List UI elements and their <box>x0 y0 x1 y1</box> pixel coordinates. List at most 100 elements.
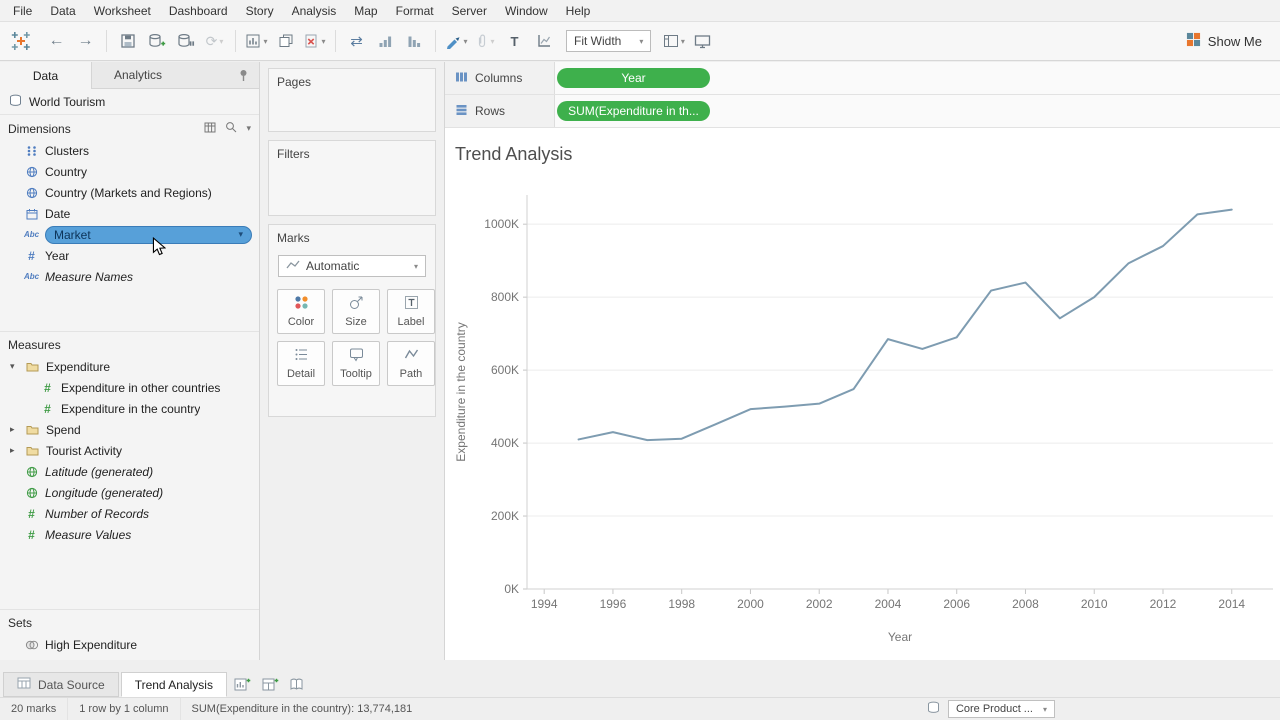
trend-line-chart: 0K200K400K600K800K1000K19941996199820002… <box>445 167 1280 649</box>
show-hide-cards-button[interactable]: ▾ <box>661 28 686 54</box>
group-members-button[interactable]: ▾ <box>473 28 498 54</box>
mark-button-size[interactable]: Size <box>332 289 380 334</box>
expand-icon[interactable]: ▸ <box>10 445 19 456</box>
mark-button-label[interactable]: Label <box>387 289 435 334</box>
svg-text:Year: Year <box>888 630 912 644</box>
menu-item-story[interactable]: Story <box>237 1 283 21</box>
field-market[interactable]: AbcMarket▾ <box>0 224 259 245</box>
calendar-icon <box>24 208 39 220</box>
columns-shelf[interactable]: Columns Year <box>445 62 1280 95</box>
new-worksheet-button[interactable]: ▾ <box>244 28 269 54</box>
field-label: Country (Markets and Regions) <box>45 186 212 200</box>
add-datasource-button[interactable] <box>144 28 169 54</box>
pin-icon[interactable] <box>228 62 259 88</box>
field-measure-values[interactable]: #Measure Values <box>0 524 259 545</box>
mark-button-color[interactable]: Color <box>277 289 325 334</box>
presentation-mode-button[interactable] <box>690 28 715 54</box>
svg-text:2012: 2012 <box>1150 597 1177 611</box>
new-story-tab-button[interactable] <box>285 672 312 697</box>
save-button[interactable] <box>115 28 140 54</box>
view-data-icon[interactable] <box>204 122 216 136</box>
show-me-icon <box>1186 32 1201 50</box>
menu-item-analysis[interactable]: Analysis <box>283 1 346 21</box>
menu-item-file[interactable]: File <box>4 1 41 21</box>
field-label: Measure Values <box>45 528 131 542</box>
rows-icon <box>455 104 468 119</box>
field-expenditure-in-other-countries[interactable]: #Expenditure in other countries <box>0 377 259 398</box>
menu-item-server[interactable]: Server <box>443 1 496 21</box>
pane-tabs: Data Analytics <box>0 62 259 89</box>
menu-item-window[interactable]: Window <box>496 1 557 21</box>
show-me-button[interactable]: Show Me <box>1176 29 1272 53</box>
field-country-markets-and-regions[interactable]: Country (Markets and Regions) <box>0 182 259 203</box>
globe-icon <box>24 466 39 478</box>
field-year[interactable]: #Year <box>0 245 259 266</box>
field-label: Clusters <box>45 144 89 158</box>
field-clusters[interactable]: Clusters <box>0 140 259 161</box>
field-expenditure[interactable]: ▾Expenditure <box>0 356 259 377</box>
product-selector[interactable]: Core Product ... ▾ <box>948 700 1055 718</box>
menu-item-dashboard[interactable]: Dashboard <box>160 1 237 21</box>
measures-list: ▾Expenditure#Expenditure in other countr… <box>0 356 259 545</box>
tab-analytics[interactable]: Analytics <box>92 62 184 88</box>
field-tourist-activity[interactable]: ▸Tourist Activity <box>0 440 259 461</box>
tab-data-source[interactable]: Data Source <box>3 672 119 697</box>
sort-ascending-button[interactable] <box>373 28 398 54</box>
mark-type-dropdown[interactable]: Automatic ▾ <box>278 255 426 277</box>
caret-down-icon[interactable]: ▾ <box>246 123 251 134</box>
field-country[interactable]: Country <box>0 161 259 182</box>
clear-sheet-button[interactable]: ▾ <box>302 28 327 54</box>
columns-shelf-well[interactable]: Year <box>555 62 1280 94</box>
tab-data[interactable]: Data <box>0 62 92 89</box>
undo-button[interactable]: ← <box>44 28 69 54</box>
menu-item-map[interactable]: Map <box>345 1 386 21</box>
pill-year[interactable]: Year <box>557 68 710 88</box>
pages-shelf[interactable]: Pages <box>268 68 436 132</box>
filters-shelf[interactable]: Filters <box>268 140 436 216</box>
field-measure-names[interactable]: AbcMeasure Names <box>0 266 259 287</box>
selected-field-pill[interactable]: Market▾ <box>45 226 252 244</box>
expand-icon[interactable]: ▸ <box>10 424 19 435</box>
menu-item-help[interactable]: Help <box>557 1 600 21</box>
collapse-icon[interactable]: ▾ <box>10 361 19 372</box>
refresh-button[interactable]: ⟳▾ <box>202 28 227 54</box>
field-high-expenditure[interactable]: High Expenditure <box>0 634 259 655</box>
rows-shelf-well[interactable]: SUM(Expenditure in th... <box>555 95 1280 127</box>
field-longitude-generated[interactable]: Longitude (generated) <box>0 482 259 503</box>
field-date[interactable]: Date <box>0 203 259 224</box>
rows-shelf[interactable]: Rows SUM(Expenditure in th... <box>445 95 1280 128</box>
tableau-logo-icon <box>10 31 32 51</box>
rows-shelf-label: Rows <box>445 95 555 127</box>
fit-selector[interactable]: Fit Width ▾ <box>566 30 651 52</box>
swap-axes-button[interactable]: ⇄ <box>344 28 369 54</box>
field-spend[interactable]: ▸Spend <box>0 419 259 440</box>
mark-button-tooltip[interactable]: Tooltip <box>332 341 380 386</box>
field-number-of-records[interactable]: #Number of Records <box>0 503 259 524</box>
fix-axes-button[interactable] <box>531 28 556 54</box>
sheet-area: Columns Year Rows SUM(Expenditure in th.… <box>445 62 1280 660</box>
search-icon[interactable] <box>225 121 237 136</box>
field-expenditure-in-the-country[interactable]: #Expenditure in the country <box>0 398 259 419</box>
sets-header-label: Sets <box>8 616 32 630</box>
pause-updates-button[interactable] <box>173 28 198 54</box>
tab-trend-analysis[interactable]: Trend Analysis <box>121 672 227 697</box>
caret-down-icon[interactable]: ▾ <box>238 229 243 240</box>
new-dashboard-tab-button[interactable] <box>257 672 284 697</box>
datasource-item[interactable]: World Tourism <box>0 89 259 115</box>
menu-item-worksheet[interactable]: Worksheet <box>85 1 160 21</box>
duplicate-sheet-button[interactable] <box>273 28 298 54</box>
menu-item-format[interactable]: Format <box>387 1 443 21</box>
line-mark-icon <box>286 259 300 273</box>
new-worksheet-tab-button[interactable] <box>229 672 256 697</box>
pill-sum-expenditure[interactable]: SUM(Expenditure in th... <box>557 101 710 121</box>
sort-descending-button[interactable] <box>402 28 427 54</box>
menu-item-data[interactable]: Data <box>41 1 84 21</box>
mark-button-detail[interactable]: Detail <box>277 341 325 386</box>
highlight-button[interactable]: ▾ <box>444 28 469 54</box>
field-label: Date <box>45 207 70 221</box>
mark-labels-button[interactable]: T <box>502 28 527 54</box>
field-latitude-generated[interactable]: Latitude (generated) <box>0 461 259 482</box>
svg-text:2010: 2010 <box>1081 597 1108 611</box>
redo-button[interactable]: → <box>73 28 98 54</box>
mark-button-path[interactable]: Path <box>387 341 435 386</box>
